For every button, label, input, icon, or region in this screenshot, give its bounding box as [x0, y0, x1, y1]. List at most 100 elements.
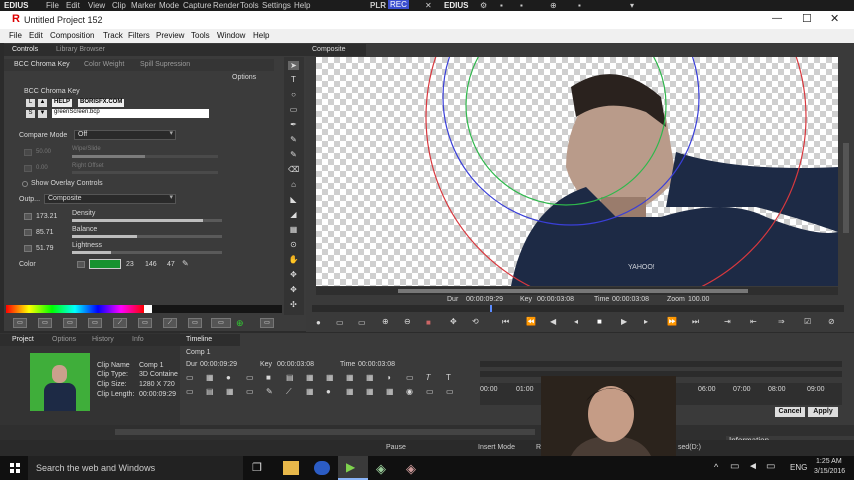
- mark-out-icon[interactable]: ⇤: [750, 317, 757, 326]
- viewer-vscroll[interactable]: [843, 143, 849, 233]
- transport-icon[interactable]: ▭: [358, 318, 366, 327]
- hand-tool-icon[interactable]: ✋: [288, 255, 299, 264]
- preset-button[interactable]: ▭: [188, 318, 202, 328]
- edius-tool-icon[interactable]: ⚙: [480, 1, 487, 10]
- message-icon[interactable]: ▭: [766, 461, 775, 472]
- edius-menu-render[interactable]: Render: [213, 1, 239, 10]
- preset-button[interactable]: ▭: [260, 318, 274, 328]
- subtab-bcc-chroma-key[interactable]: BCC Chroma Key: [14, 61, 70, 68]
- tab-project[interactable]: Project: [12, 336, 34, 343]
- zoom-out-icon[interactable]: ⊖: [404, 317, 411, 326]
- transport-icon[interactable]: ▭: [336, 318, 344, 327]
- crosshair-icon[interactable]: ✥: [450, 317, 457, 326]
- menu-edit[interactable]: Edit: [29, 31, 43, 40]
- erase-tool-icon[interactable]: ⌫: [288, 165, 299, 174]
- playhead[interactable]: [490, 305, 492, 312]
- active-app-tab[interactable]: ▶: [338, 456, 368, 480]
- preset-button[interactable]: ⟋: [113, 318, 127, 328]
- tab-composite[interactable]: Composite: [306, 44, 366, 56]
- tab-options[interactable]: Options: [52, 336, 76, 343]
- edius-tool-icon[interactable]: ▾: [630, 1, 634, 10]
- density-slider[interactable]: [72, 219, 222, 222]
- lightness-slider[interactable]: [72, 251, 222, 254]
- go-start-icon[interactable]: ⏮: [502, 317, 509, 327]
- tl-tool-icon[interactable]: T: [446, 373, 451, 382]
- edius-menu-view[interactable]: View: [88, 1, 105, 10]
- menu-window[interactable]: Window: [217, 31, 245, 40]
- edius-tool-icon[interactable]: ▪: [500, 1, 503, 10]
- grid-tool-icon[interactable]: ▦: [288, 225, 299, 234]
- tl-tool-icon[interactable]: ⟋: [286, 387, 292, 397]
- balance-slider[interactable]: [72, 235, 222, 238]
- render-icon[interactable]: ⇒: [778, 317, 785, 326]
- wipe-slider[interactable]: [72, 155, 218, 158]
- windows-start-icon[interactable]: [10, 463, 20, 473]
- brush-tool-icon[interactable]: ✎: [288, 135, 299, 144]
- preset-button[interactable]: ▭: [88, 318, 102, 328]
- black-swatch[interactable]: [152, 305, 282, 313]
- subtab-color-weight[interactable]: Color Weight: [84, 61, 124, 68]
- language-indicator[interactable]: ENG: [790, 463, 807, 472]
- eraser-tool-icon[interactable]: ◢: [288, 210, 299, 219]
- next-frame-icon[interactable]: ▸: [644, 317, 648, 326]
- zoom-value[interactable]: 100.00: [688, 296, 709, 303]
- right-offset-slider[interactable]: [72, 171, 218, 174]
- color-b-value[interactable]: 47: [167, 261, 175, 268]
- tl-tool-icon[interactable]: ▦: [326, 373, 334, 382]
- tl-tool-icon[interactable]: ▭: [246, 387, 254, 396]
- step-back-icon[interactable]: ◀: [550, 317, 556, 326]
- help-badge[interactable]: HELP: [52, 99, 73, 107]
- next-key-icon[interactable]: ⏩: [667, 317, 677, 326]
- preset-button[interactable]: ▭: [38, 318, 52, 328]
- tab-history[interactable]: History: [92, 336, 114, 343]
- wipe-value[interactable]: 50.00: [36, 149, 51, 155]
- tl-tool-icon[interactable]: 𝑇: [426, 373, 431, 383]
- compare-mode-select[interactable]: Off: [74, 130, 176, 140]
- options-link[interactable]: Options: [232, 74, 256, 81]
- search-box[interactable]: Search the web and Windows: [28, 456, 243, 480]
- tl-tool-icon[interactable]: ▦: [366, 373, 374, 382]
- comp-tab[interactable]: Comp 1: [186, 349, 211, 356]
- pen-tool-icon[interactable]: ✒: [288, 120, 299, 129]
- tab-controls[interactable]: Controls: [12, 46, 38, 53]
- edius-menu-settings[interactable]: Settings: [262, 1, 291, 10]
- color-r-value[interactable]: 23: [126, 261, 134, 268]
- rotate-tool-icon[interactable]: ✣: [288, 300, 299, 309]
- go-end-icon[interactable]: ⏭: [692, 317, 699, 327]
- maximize-icon[interactable]: ☐: [802, 12, 812, 25]
- output-select[interactable]: Composite: [44, 194, 176, 204]
- tl-tool-icon[interactable]: ▭: [186, 387, 194, 396]
- edius-menu-help[interactable]: Help: [294, 1, 310, 10]
- color-g-value[interactable]: 146: [145, 261, 157, 268]
- preset-button[interactable]: ▭: [211, 318, 231, 328]
- rec-label[interactable]: REC: [388, 0, 409, 9]
- close-small-icon[interactable]: ✕: [425, 1, 432, 10]
- tl-tool-icon[interactable]: ▭: [426, 387, 434, 396]
- tl-tool-icon[interactable]: ▭: [246, 373, 254, 382]
- menu-preview[interactable]: Preview: [156, 31, 184, 40]
- edius-menu-clip[interactable]: Clip: [112, 1, 126, 10]
- preset-button[interactable]: ▭: [13, 318, 27, 328]
- borisfx-badge[interactable]: BORISFX.COM: [78, 99, 125, 107]
- edius-menu-edit[interactable]: Edit: [66, 1, 80, 10]
- network-icon[interactable]: ▭: [730, 461, 739, 472]
- lightness-value[interactable]: 51.79: [36, 245, 54, 252]
- loop-icon[interactable]: ⟲: [472, 317, 479, 326]
- apply-button[interactable]: Apply: [808, 407, 838, 417]
- zoom-tool-icon[interactable]: ⊙: [288, 240, 299, 249]
- density-value[interactable]: 173.21: [36, 213, 57, 220]
- tray-chevron-icon[interactable]: ^: [714, 462, 718, 472]
- right-offset-value[interactable]: 0.00: [36, 165, 48, 171]
- tl-tool-icon[interactable]: ✎: [266, 387, 273, 396]
- composite-viewer[interactable]: YAHOO!: [316, 57, 838, 286]
- eyedropper-icon[interactable]: ✎: [182, 259, 189, 268]
- s-icon[interactable]: S: [26, 110, 35, 118]
- add-icon[interactable]: ⊕: [236, 318, 244, 329]
- menu-composition[interactable]: Composition: [50, 31, 94, 40]
- bottom-scrollbar[interactable]: [115, 429, 535, 435]
- menu-file[interactable]: File: [9, 31, 22, 40]
- clock-date[interactable]: 3/15/2016: [814, 468, 845, 475]
- prev-frame-icon[interactable]: ◂: [574, 317, 578, 326]
- plr-label[interactable]: PLR: [370, 1, 386, 10]
- viewer-hscroll[interactable]: [316, 287, 838, 295]
